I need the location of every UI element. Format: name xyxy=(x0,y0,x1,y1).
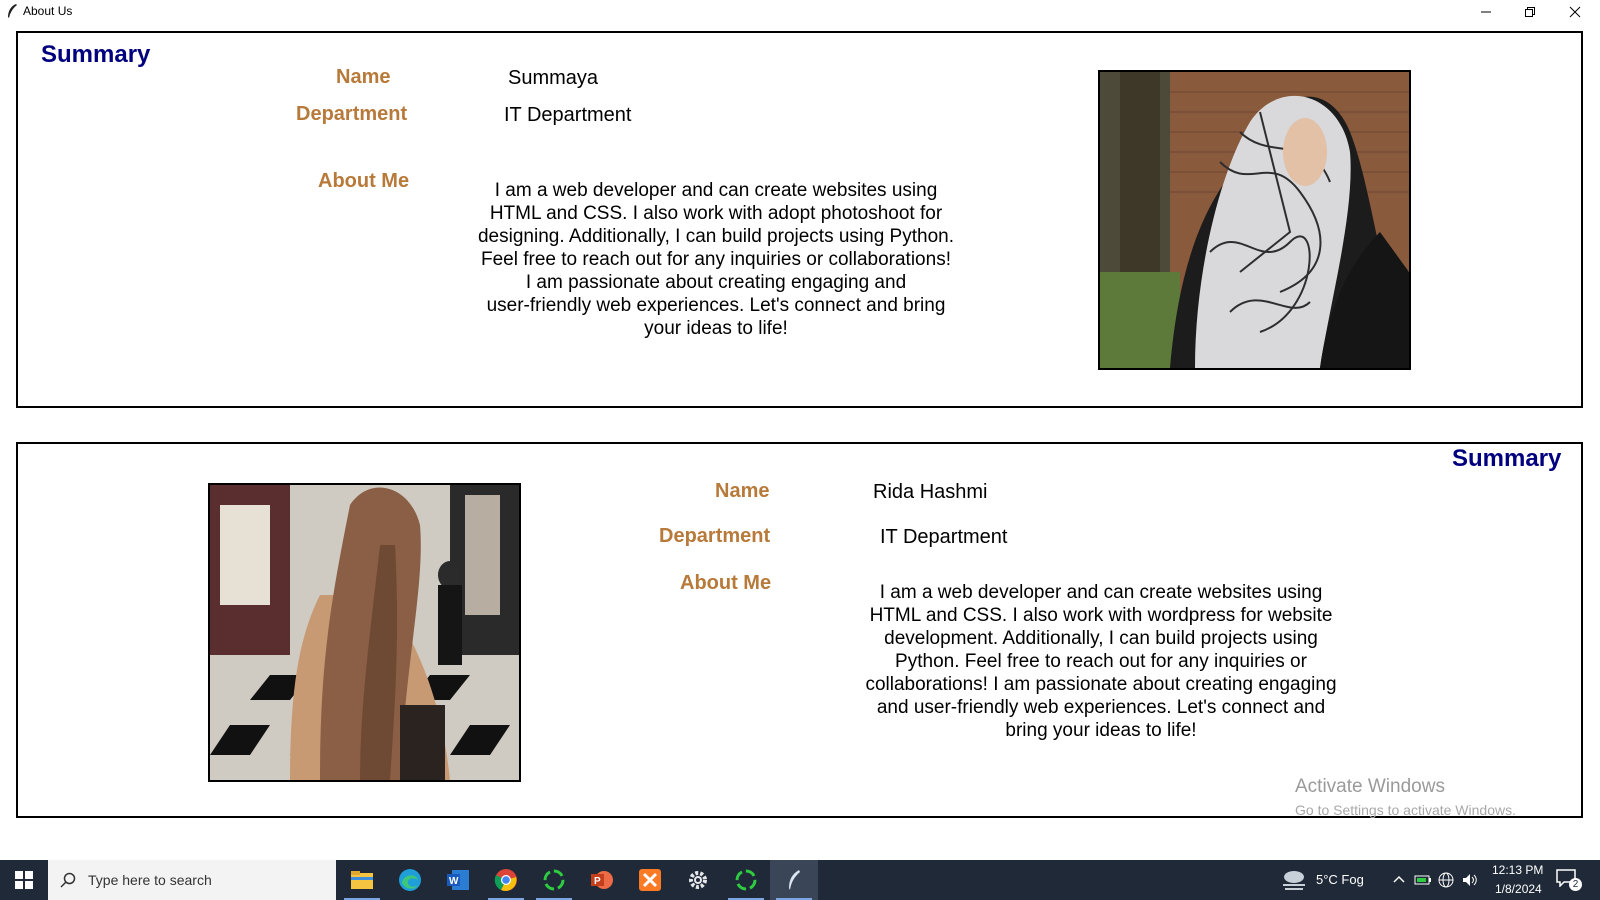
taskbar-app-spinner[interactable] xyxy=(530,860,578,900)
close-icon xyxy=(1569,6,1581,18)
restore-button[interactable] xyxy=(1508,0,1552,24)
department-value: IT Department xyxy=(880,526,1008,548)
chevron-up-icon[interactable] xyxy=(1393,874,1405,884)
taskbar-edge[interactable] xyxy=(386,860,434,900)
restore-icon xyxy=(1525,7,1535,17)
notification-center-button[interactable]: 2 xyxy=(1556,869,1582,891)
powerpoint-icon: P xyxy=(591,871,613,889)
profile-photo xyxy=(208,483,521,782)
activate-windows-title: Activate Windows xyxy=(1295,776,1445,797)
name-value: Summaya xyxy=(508,67,599,89)
weather-widget-icon-wrap[interactable] xyxy=(1280,868,1308,892)
spinner-app-icon xyxy=(543,869,565,891)
xampp-icon xyxy=(639,869,661,891)
file-explorer-icon xyxy=(351,871,373,889)
search-placeholder: Type here to search xyxy=(88,872,212,888)
svg-text:W: W xyxy=(449,876,459,887)
taskbar-powerpoint[interactable]: P xyxy=(578,860,626,900)
taskbar: Type here to search W P 5°C Fog 12:13 PM… xyxy=(0,860,1600,900)
chrome-icon xyxy=(494,869,517,891)
about-label: About Me xyxy=(680,572,772,594)
settings-icon xyxy=(689,871,707,889)
taskbar-chrome[interactable] xyxy=(482,860,530,900)
taskbar-app-spinner-2[interactable] xyxy=(722,860,770,900)
feather-app-icon xyxy=(789,870,800,890)
taskbar-word[interactable]: W xyxy=(434,860,482,900)
department-value: IT Department xyxy=(504,104,632,126)
activate-windows-subtitle: Go to Settings to activate Windows. xyxy=(1295,802,1516,818)
name-label: Name xyxy=(715,480,770,502)
spinner-app-icon xyxy=(735,869,757,891)
about-label: About Me xyxy=(318,170,410,192)
title-bar: About Us xyxy=(0,0,1600,24)
minimize-button[interactable] xyxy=(1464,0,1508,24)
start-button[interactable] xyxy=(0,860,48,900)
search-icon xyxy=(60,872,76,888)
word-icon: W xyxy=(447,870,469,890)
taskbar-file-explorer[interactable] xyxy=(338,860,386,900)
weather-text[interactable]: 5°C Fog xyxy=(1316,872,1364,887)
battery-icon[interactable] xyxy=(1414,873,1432,887)
name-label: Name xyxy=(336,66,391,88)
profile-panel-2: Summary Name Rida Hashmi Department IT D… xyxy=(16,442,1583,818)
about-text: I am a web developer and can create webs… xyxy=(865,582,1337,741)
weather-fog-icon xyxy=(1283,871,1305,890)
minimize-icon xyxy=(1481,11,1491,13)
window-title: About Us xyxy=(23,4,73,18)
profile-panel-1: Summary Name Summaya Department IT Depar… xyxy=(16,31,1583,408)
department-label: Department xyxy=(659,525,771,547)
network-globe-icon[interactable] xyxy=(1438,872,1454,888)
windows-logo-icon xyxy=(15,871,33,889)
edge-icon xyxy=(399,869,421,891)
notification-count-badge: 2 xyxy=(1569,878,1582,891)
summary-heading: Summary xyxy=(41,41,151,68)
taskbar-feather-app[interactable] xyxy=(770,860,818,900)
svg-text:P: P xyxy=(594,876,601,887)
clock-date[interactable]: 1/8/2024 xyxy=(1495,882,1542,896)
taskbar-search-box[interactable]: Type here to search xyxy=(48,860,336,900)
taskbar-xampp[interactable] xyxy=(626,860,674,900)
feather-icon xyxy=(8,4,17,18)
profile-photo-image xyxy=(210,485,519,780)
volume-icon[interactable] xyxy=(1461,872,1479,888)
summary-heading: Summary xyxy=(1452,445,1562,472)
taskbar-settings[interactable] xyxy=(674,860,722,900)
department-label: Department xyxy=(296,103,408,125)
about-text: I am a web developer and can create webs… xyxy=(477,180,954,339)
clock-time[interactable]: 12:13 PM xyxy=(1492,863,1543,877)
close-button[interactable] xyxy=(1553,0,1597,24)
profile-photo-image xyxy=(1100,72,1409,368)
name-value: Rida Hashmi xyxy=(873,481,988,503)
profile-photo xyxy=(1098,70,1411,370)
